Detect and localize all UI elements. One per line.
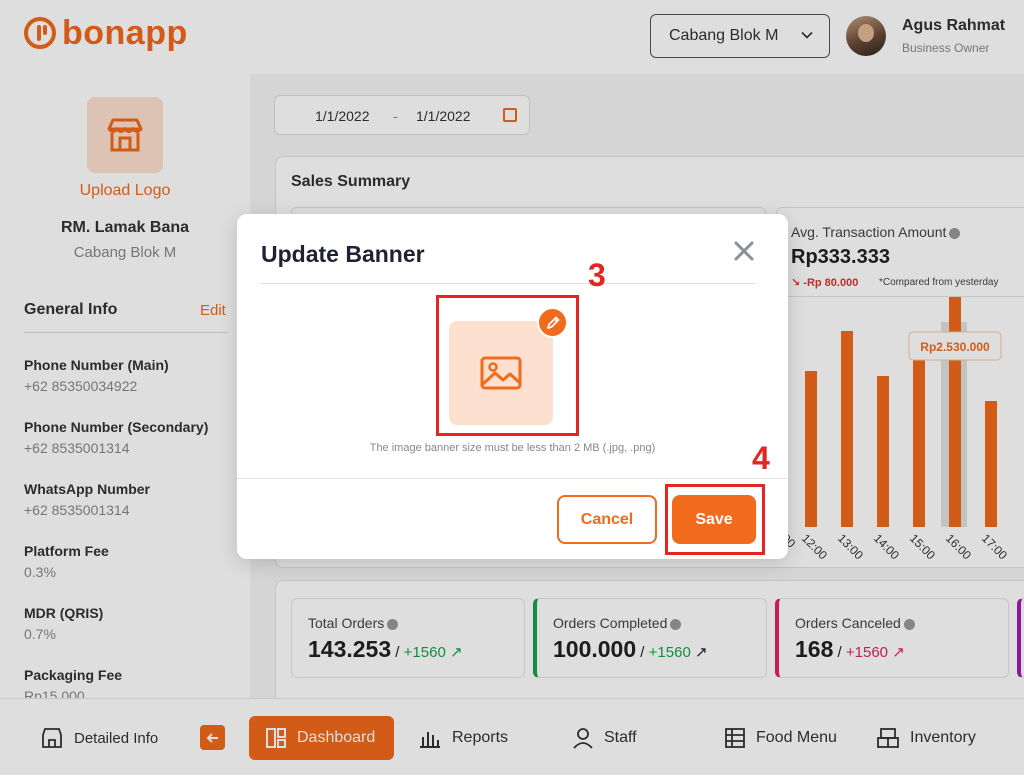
banner-size-hint: The image banner size must be less than …: [369, 442, 656, 454]
cancel-button[interactable]: Cancel: [557, 495, 657, 544]
annotation-step-3: 3: [588, 257, 606, 293]
divider: [261, 283, 755, 284]
divider: [237, 478, 788, 479]
annotation-box-banner: [436, 295, 579, 436]
close-icon[interactable]: [733, 240, 755, 262]
modal-title: Update Banner: [261, 241, 425, 267]
annotation-box-save: [665, 484, 765, 555]
annotation-step-4: 4: [752, 440, 770, 476]
